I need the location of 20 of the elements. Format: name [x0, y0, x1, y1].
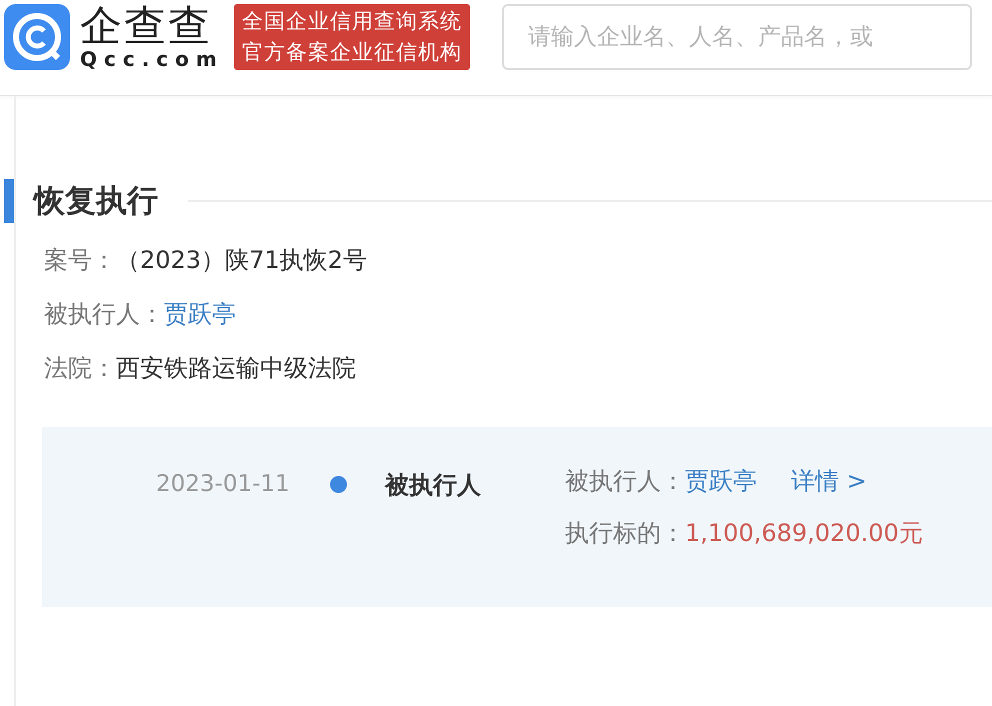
field-label: 执行标的：: [565, 518, 685, 548]
field-value: （2023）陕71执恢2号: [116, 244, 367, 276]
role-title: 被执行人: [385, 470, 482, 500]
accent-bar: [4, 179, 14, 224]
section-title: 恢复执行: [34, 182, 158, 221]
amount-value: 1,100,689,020.00元: [685, 518, 923, 548]
field-label: 被执行人：: [565, 466, 685, 496]
details-link[interactable]: 详情 >: [791, 454, 867, 506]
logo-icon: [4, 4, 70, 70]
field-label: 案号：: [44, 244, 116, 276]
field-value: 西安铁路运输中级法院: [116, 352, 356, 384]
person-link[interactable]: 贾跃亭: [164, 286, 236, 340]
person-link[interactable]: 贾跃亭: [685, 454, 757, 506]
brand-name: 企查查: [80, 4, 213, 48]
field-label: 被执行人：: [44, 298, 164, 330]
field-label: 法院：: [44, 352, 116, 384]
domain-text: Qcc.com: [80, 48, 224, 70]
date-text: 2023-01-11: [156, 470, 291, 498]
search-field[interactable]: 请输入企业名、人名、产品名，或: [502, 4, 972, 70]
slogan-badge: 全国企业信用查询系统 官方备案企业征信机构: [234, 4, 470, 70]
